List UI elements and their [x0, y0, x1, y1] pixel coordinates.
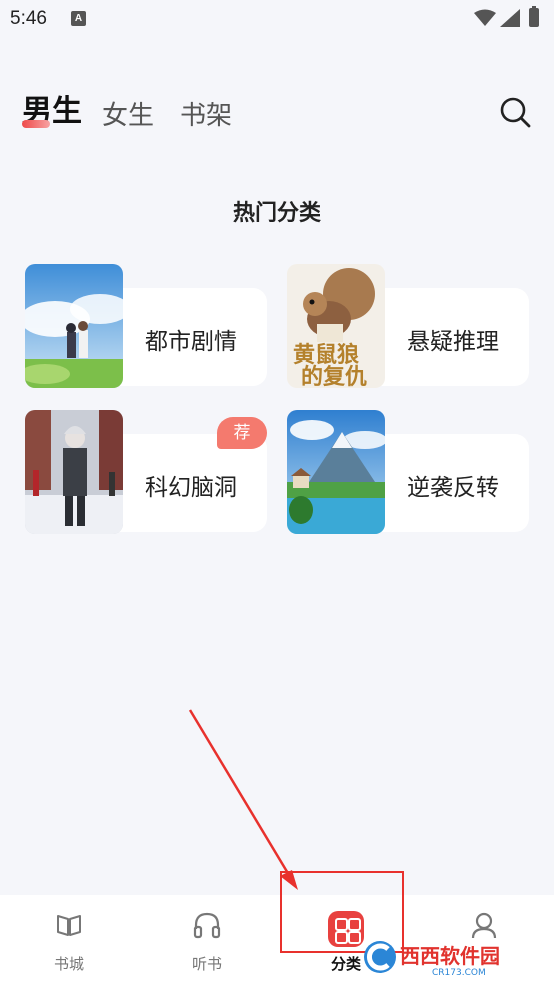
svg-text:西西软件园: 西西软件园	[400, 944, 500, 968]
annotation-arrow	[188, 709, 298, 890]
nav-label: 听书	[191, 955, 222, 973]
nav-label: 书城	[53, 955, 84, 973]
nav-bookstore[interactable]: 书城	[0, 895, 138, 984]
watermark-logo: 西西软件园 CR173.COM	[362, 937, 532, 978]
svg-text:CR173.COM: CR173.COM	[432, 968, 486, 977]
user-icon	[471, 912, 497, 939]
headphones-icon	[193, 912, 221, 939]
nav-audiobooks[interactable]: 听书	[138, 895, 276, 984]
book-icon	[57, 915, 81, 936]
